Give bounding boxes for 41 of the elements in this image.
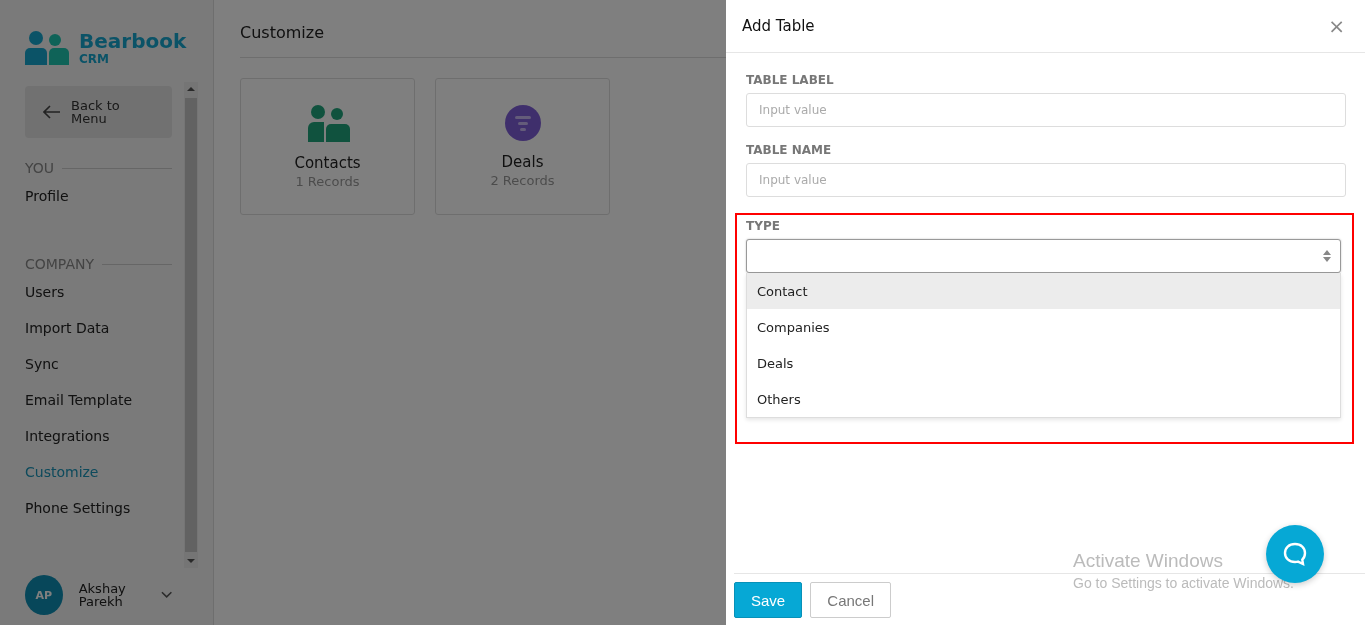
scroll-up-icon[interactable] [187,86,195,92]
type-select[interactable] [746,239,1341,273]
cancel-button[interactable]: Cancel [810,582,892,618]
user-name: Akshay Parekh [78,582,127,608]
arrow-left-icon [43,105,61,119]
field-label: TABLE LABEL [746,73,835,87]
drawer-title: Add Table [742,17,815,35]
dropdown-option[interactable]: Contact [747,273,1340,309]
sidebar-item[interactable]: Import Data [25,310,172,346]
sort-arrows-icon [1322,249,1332,263]
input-field[interactable]: Input value [746,93,1346,127]
card-title: Deals [501,153,544,171]
avatar: AP [25,575,63,615]
dropdown-option[interactable]: Companies [747,309,1340,345]
sidebar-item[interactable]: Email Template [25,382,172,418]
sidebar-item[interactable]: Integrations [25,418,172,454]
logo-icon [25,31,69,65]
save-button[interactable]: Save [734,582,803,618]
input-field[interactable]: Input value [746,163,1346,197]
card-title: Contacts [294,154,361,172]
scroll-down-icon[interactable] [187,558,195,564]
brand-subtitle: CRM [79,53,110,65]
sidebar-item[interactable]: Profile [25,178,172,214]
scrollbar[interactable] [184,82,198,568]
back-to-menu-button[interactable]: Back to Menu [25,86,172,138]
activation-title: Activate Windows [1073,550,1224,572]
filter-icon [504,105,541,141]
people-icon [305,104,350,142]
sidebar-item[interactable]: Customize [25,454,172,490]
field-label: TABLE NAME [746,143,833,157]
chat-bubble-icon [1282,541,1308,567]
dropdown-option[interactable]: Others [747,381,1340,417]
close-button[interactable]: × [1328,14,1345,38]
sidebar-item[interactable]: Users [25,274,172,310]
chevron-down-icon[interactable] [160,591,172,599]
dropdown-option[interactable]: Deals [747,345,1340,381]
activation-text: Go to Settings to activate Windows. [1073,575,1294,591]
sidebar-item[interactable]: Sync [25,346,172,382]
sidebar-item[interactable]: Phone Settings [25,490,172,526]
field-label: TYPE [746,219,781,233]
brand-name: Bearbook [79,31,187,51]
